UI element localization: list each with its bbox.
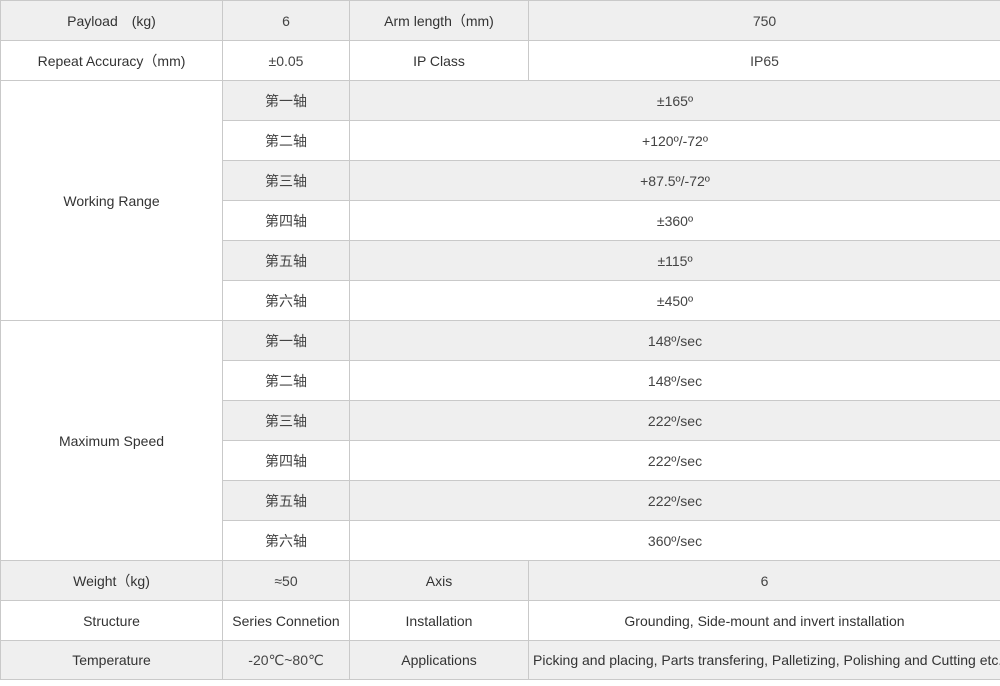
table-row-working-range-1: Working Range 第一轴 ±165º: [0, 80, 1000, 321]
table-row-max-speed-1: Maximum Speed 第一轴 148º/sec: [0, 320, 1000, 561]
axis-value: +120º/-72º: [349, 120, 1000, 161]
structure-label: Structure: [0, 600, 223, 641]
working-range-label: Working Range: [0, 80, 223, 321]
weight-value: ≈50: [222, 560, 350, 601]
axis-value: 360º/sec: [349, 520, 1000, 561]
axis-name: 第二轴: [222, 120, 350, 161]
structure-value: Series Connetion: [222, 600, 350, 641]
axis-name: 第四轴: [222, 440, 350, 481]
temperature-label: Temperature: [0, 640, 223, 680]
spec-table: Payload (kg) 6 Arm length（mm) 750 Repeat…: [0, 0, 1000, 680]
axis-label: Axis: [349, 560, 529, 601]
maximum-speed-label: Maximum Speed: [0, 320, 223, 561]
axis-value: 222º/sec: [349, 480, 1000, 521]
axis-name: 第四轴: [222, 200, 350, 241]
payload-label: Payload (kg): [0, 0, 223, 41]
repeat-accuracy-value: ±0.05: [222, 40, 350, 81]
axis-value: ±360º: [349, 200, 1000, 241]
axis-name: 第一轴: [222, 320, 350, 361]
table-row-payload: Payload (kg) 6 Arm length（mm) 750: [0, 0, 1000, 41]
axis-value: 222º/sec: [349, 400, 1000, 441]
axis-name: 第三轴: [222, 160, 350, 201]
axis-value: ±165º: [349, 80, 1000, 121]
axis-name: 第五轴: [222, 480, 350, 521]
installation-value: Grounding, Side-mount and invert install…: [528, 600, 1000, 641]
table-row-accuracy: Repeat Accuracy（mm) ±0.05 IP Class IP65: [0, 40, 1000, 81]
axis-name: 第一轴: [222, 80, 350, 121]
arm-length-value: 750: [528, 0, 1000, 41]
axis-name: 第二轴: [222, 360, 350, 401]
axis-value: 148º/sec: [349, 320, 1000, 361]
applications-value: Picking and placing, Parts transfering, …: [528, 640, 1000, 680]
table-row-structure: Structure Series Connetion Installation …: [0, 600, 1000, 641]
axis-value: ±450º: [349, 280, 1000, 321]
axis-name: 第六轴: [222, 280, 350, 321]
temperature-value: -20℃~80℃: [222, 640, 350, 680]
installation-label: Installation: [349, 600, 529, 641]
ip-class-label: IP Class: [349, 40, 529, 81]
axis-count-value: 6: [528, 560, 1000, 601]
table-row-weight: Weight（kg) ≈50 Axis 6: [0, 560, 1000, 601]
payload-value: 6: [222, 0, 350, 41]
table-row-temperature: Temperature -20℃~80℃ Applications Pickin…: [0, 640, 1000, 680]
arm-length-label: Arm length（mm): [349, 0, 529, 41]
weight-label: Weight（kg): [0, 560, 223, 601]
ip-class-value: IP65: [528, 40, 1000, 81]
axis-name: 第三轴: [222, 400, 350, 441]
applications-label: Applications: [349, 640, 529, 680]
axis-name: 第五轴: [222, 240, 350, 281]
axis-value: +87.5º/-72º: [349, 160, 1000, 201]
axis-value: 222º/sec: [349, 440, 1000, 481]
axis-value: 148º/sec: [349, 360, 1000, 401]
axis-value: ±115º: [349, 240, 1000, 281]
axis-name: 第六轴: [222, 520, 350, 561]
repeat-accuracy-label: Repeat Accuracy（mm): [0, 40, 223, 81]
